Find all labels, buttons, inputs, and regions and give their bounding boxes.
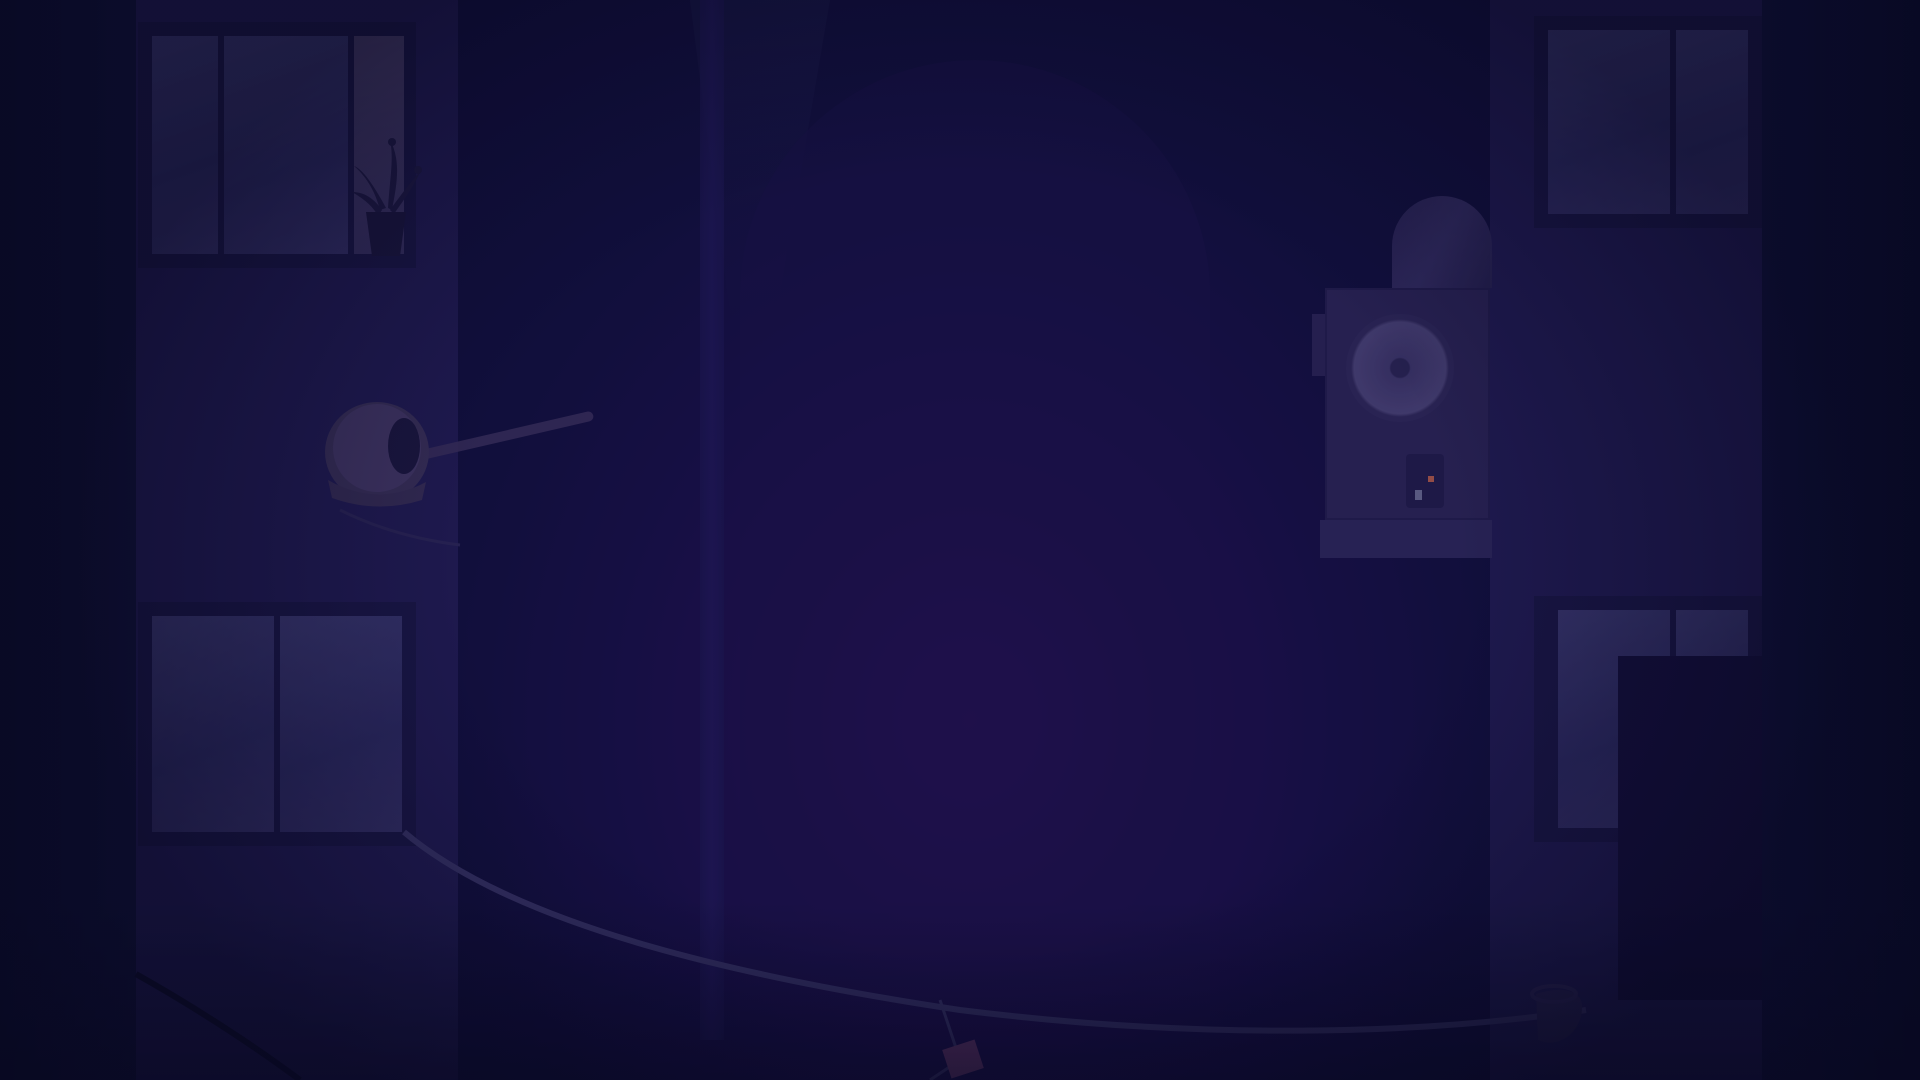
game-scene	[0, 0, 1920, 1080]
vignette	[0, 0, 1920, 1080]
